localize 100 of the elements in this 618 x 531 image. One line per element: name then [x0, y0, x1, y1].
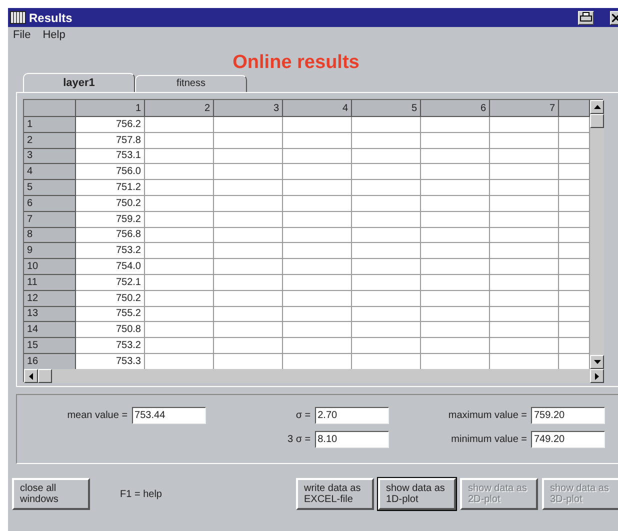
tab[interactable]: fitness	[135, 75, 247, 92]
table-cell	[283, 164, 352, 180]
column-header[interactable]: 6	[421, 100, 490, 117]
table-cell	[145, 180, 214, 196]
row-header[interactable]: 15	[24, 338, 76, 354]
table-cell	[490, 306, 559, 322]
table-cell	[145, 259, 214, 275]
table-cell	[283, 274, 352, 291]
table-cell: 752.1	[76, 274, 145, 291]
row-header[interactable]: 11	[24, 274, 76, 291]
scroll-thumb[interactable]	[590, 114, 604, 128]
row-header[interactable]: 3	[24, 148, 76, 164]
table-cell	[214, 322, 283, 338]
tab[interactable]: layer1	[23, 73, 135, 92]
menu-item[interactable]: Help	[42, 29, 66, 44]
table-cell	[490, 322, 559, 338]
table-cell	[283, 306, 352, 322]
row-header[interactable]: 10	[24, 259, 76, 275]
column-header[interactable]: 2	[145, 100, 214, 117]
input-field[interactable]: 753.44	[132, 407, 206, 424]
row-header[interactable]: 1	[24, 117, 76, 133]
window-title: Results	[29, 10, 72, 24]
row-header[interactable]: 7	[24, 212, 76, 228]
input-field[interactable]: 2.70	[314, 407, 389, 424]
row-header[interactable]: 5	[24, 180, 76, 196]
column-header[interactable]: 5	[352, 100, 421, 117]
column-header[interactable]: 1	[76, 100, 145, 117]
row-header[interactable]: 6	[24, 196, 76, 212]
table-cell	[352, 243, 421, 260]
table-cell	[145, 338, 214, 354]
table-cell: 753.2	[76, 243, 145, 260]
input-field[interactable]: 749.20	[531, 431, 605, 448]
column-header[interactable]: 7	[490, 100, 559, 117]
table-cell	[214, 132, 283, 149]
table-cell: 756.8	[76, 228, 145, 244]
table-cell	[421, 196, 490, 212]
table-cell	[490, 274, 559, 291]
column-header[interactable]: 4	[283, 100, 352, 117]
table-cell	[352, 228, 421, 244]
table-cell	[214, 212, 283, 228]
table-cell	[283, 322, 352, 338]
field-label: 3 σ =	[287, 434, 311, 445]
row-header[interactable]: 2	[24, 132, 76, 149]
table-cell	[490, 148, 559, 164]
table-cell: 750.8	[76, 322, 145, 338]
table-cell	[214, 259, 283, 275]
table-cell	[214, 164, 283, 180]
row-header[interactable]: 8	[24, 228, 76, 244]
table-cell	[214, 148, 283, 164]
row-header[interactable]: 4	[24, 164, 76, 180]
vertical-scrollbar[interactable]	[590, 100, 604, 369]
input-field[interactable]: 8.10	[314, 431, 389, 448]
table-cell	[490, 290, 559, 307]
table-cell	[214, 196, 283, 212]
table-cell	[352, 322, 421, 338]
table-cell	[490, 228, 559, 244]
table-cell	[283, 338, 352, 354]
table-cell	[214, 228, 283, 244]
table-cell	[421, 322, 490, 338]
table-cell: 750.2	[76, 196, 145, 212]
table-cell	[352, 196, 421, 212]
column-header[interactable]: 3	[214, 100, 283, 117]
row-header[interactable]: 9	[24, 243, 76, 260]
table-cell: 754.0	[76, 259, 145, 275]
menu-item[interactable]: File	[13, 29, 31, 44]
scroll-thumb[interactable]	[38, 369, 52, 383]
button[interactable]: close all windows	[12, 478, 90, 510]
button[interactable]: write data as EXCEL-file	[296, 478, 374, 510]
table-cell	[352, 274, 421, 291]
table-cell	[490, 259, 559, 275]
help-hint: F1 = help	[120, 488, 162, 500]
row-header[interactable]: 14	[24, 322, 76, 338]
table-cell	[283, 243, 352, 260]
table-cell	[214, 338, 283, 354]
table-cell	[145, 164, 214, 180]
table-cell	[352, 164, 421, 180]
table-cell	[490, 164, 559, 180]
table-cell	[145, 243, 214, 260]
table-cell	[421, 132, 490, 149]
table-cell	[421, 117, 490, 133]
printer-icon[interactable]	[578, 10, 594, 24]
table-cell	[352, 132, 421, 149]
table-cell	[421, 306, 490, 322]
table-cell	[490, 212, 559, 228]
row-header[interactable]: 12	[24, 290, 76, 307]
table-cell: 750.2	[76, 290, 145, 307]
table-cell	[283, 212, 352, 228]
input-field[interactable]: 759.20	[531, 407, 605, 424]
grid-icon	[10, 11, 26, 24]
table-cell: 759.2	[76, 212, 145, 228]
row-header[interactable]: 16	[24, 354, 76, 369]
table-cell	[490, 180, 559, 196]
table-cell	[352, 117, 421, 133]
table-cell	[145, 132, 214, 149]
row-header[interactable]: 13	[24, 306, 76, 322]
field-label: maximum value =	[448, 410, 527, 421]
table-cell	[145, 117, 214, 133]
button[interactable]: show data as 1D-plot	[378, 478, 456, 510]
table-cell: 756.2	[76, 117, 145, 133]
table-cell	[283, 148, 352, 164]
